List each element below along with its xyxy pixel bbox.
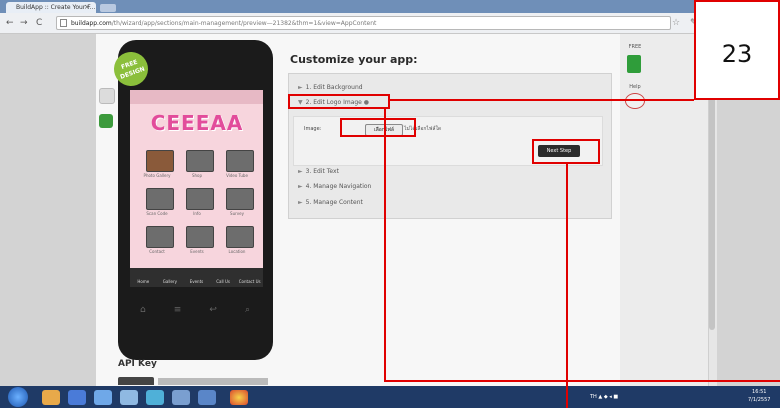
api-key-tab[interactable] <box>118 377 154 385</box>
back-button[interactable]: ← <box>6 16 14 30</box>
url-path: /th/wizard/app/sections/main-management/… <box>111 20 377 27</box>
phone-dock-item: Contact Us <box>238 279 261 284</box>
callout-line <box>384 380 780 382</box>
section-label: 3. Edit Text <box>305 168 339 175</box>
phone-dock: Home Gallery Events Call Us Contact Us <box>130 268 263 287</box>
phone-tile-label: Info <box>193 211 201 216</box>
phone-tile-label: Location <box>228 249 246 254</box>
phone-tile <box>226 226 254 248</box>
section-manage-content[interactable]: ► 5. Manage Content <box>298 199 363 206</box>
left-toolbar <box>99 88 115 138</box>
phone-tile <box>186 188 214 210</box>
phone-nav-buttons: ⌂ ≡ ↩ ⌕ <box>140 305 250 315</box>
callout-line <box>390 99 694 101</box>
phone-tile-label: Contact <box>149 249 165 254</box>
phone-status-bar <box>130 90 263 104</box>
app-icon[interactable] <box>198 390 216 405</box>
device-icon[interactable] <box>99 88 115 104</box>
phone-tile <box>146 226 174 248</box>
page-icon <box>60 19 67 27</box>
section-label: 5. Manage Content <box>305 199 363 206</box>
highlight-next-step <box>532 139 600 164</box>
phone-tile-label: Events <box>190 249 204 254</box>
forward-button[interactable]: → <box>20 16 28 30</box>
reload-button[interactable]: C <box>36 16 42 30</box>
section-manage-navigation[interactable]: ► 4. Manage Navigation <box>298 183 371 190</box>
clock-time: 16:51 <box>752 389 767 395</box>
new-tab-button[interactable] <box>100 4 116 12</box>
callout-line <box>566 163 568 408</box>
page-title: Customize your app: <box>290 53 418 66</box>
explorer-icon[interactable] <box>42 390 60 405</box>
app-icon[interactable] <box>146 390 164 405</box>
api-key-heading: API Key <box>118 359 157 369</box>
phone-tile <box>186 150 214 172</box>
section-label: 4. Manage Navigation <box>305 183 372 190</box>
help-lifebuoy-icon[interactable] <box>625 93 645 109</box>
phone-tile <box>146 188 174 210</box>
highlight-edit-logo <box>288 94 390 109</box>
phone-nav-button: ≡ <box>173 305 182 315</box>
android-icon[interactable] <box>99 114 113 128</box>
phone-dock-item: Call Us <box>216 279 230 284</box>
api-key-field <box>158 378 268 385</box>
tab-close-icon[interactable]: × <box>84 2 90 13</box>
start-button[interactable] <box>8 387 28 407</box>
browser-tab[interactable]: BuildApp :: Create Your F... <box>6 2 96 13</box>
clock-date: 7/1/2557 <box>748 397 771 403</box>
help-label: Help <box>629 84 641 90</box>
address-bar[interactable]: buildapp.com/th/wizard/app/sections/main… <box>56 16 671 30</box>
phone-tile-label: Scan Code <box>146 211 168 216</box>
phone-dock-item: Home <box>137 279 150 284</box>
url-host: buildapp.com <box>71 20 112 27</box>
bookmark-star-icon[interactable]: ☆ <box>672 16 680 30</box>
phone-nav-button: ⌕ <box>244 305 250 315</box>
phone-tile <box>146 150 174 172</box>
highlight-choose-file <box>340 118 416 137</box>
phone-dock-item: Events <box>189 279 204 284</box>
phone-tile <box>226 188 254 210</box>
step-number: 23 <box>721 40 753 68</box>
app-icon[interactable] <box>172 390 190 405</box>
free-label: FREE <box>628 44 642 50</box>
phone-tile-label: Photo Gallery <box>143 173 171 178</box>
image-label: Image: <box>304 126 322 132</box>
app-icon[interactable] <box>68 390 86 405</box>
section-label: 1. Edit Background <box>305 84 363 91</box>
phone-nav-button: ↩ <box>209 305 217 315</box>
phone-tile <box>226 150 254 172</box>
callout-line <box>384 108 386 382</box>
phone-nav-button: ⌂ <box>140 305 146 315</box>
app-icon[interactable] <box>120 390 138 405</box>
windows-taskbar <box>0 386 780 408</box>
browser-titlebar <box>0 0 780 13</box>
phone-dock-item: Gallery <box>162 279 178 284</box>
phone-tile-label: Survey <box>230 211 244 216</box>
section-edit-text[interactable]: ► 3. Edit Text <box>298 168 339 175</box>
system-tray[interactable]: TH ▲ ◆ ◂ ■ <box>590 386 618 408</box>
free-app-icon[interactable] <box>627 55 641 73</box>
phone-tile-label: Video Tube <box>226 173 248 178</box>
app-logo: CEEEAA <box>150 111 244 135</box>
phone-tile-label: Shop <box>191 173 203 178</box>
chrome-icon[interactable] <box>230 390 248 405</box>
phone-tile <box>186 226 214 248</box>
app-icon[interactable] <box>94 390 112 405</box>
section-edit-background[interactable]: ► 1. Edit Background <box>298 84 363 91</box>
taskbar-clock[interactable]: 16:51 7/1/2557 <box>748 388 770 404</box>
